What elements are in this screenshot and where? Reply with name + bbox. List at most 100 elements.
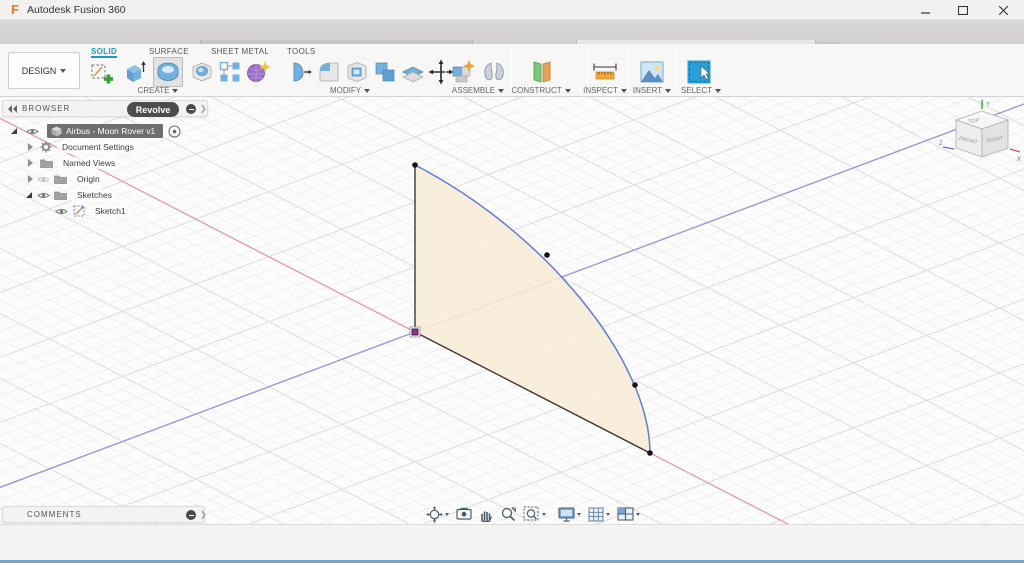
tab-tools[interactable]: TOOLS bbox=[287, 45, 315, 58]
activate-component-radio-icon[interactable] bbox=[168, 125, 181, 138]
hole-icon[interactable] bbox=[189, 59, 215, 85]
comments-panel-header[interactable]: COMMENTS ❯ bbox=[2, 506, 208, 523]
visibility-eye-off-icon[interactable] bbox=[37, 175, 50, 184]
create-group-label: CREATE bbox=[137, 86, 170, 95]
view-cube[interactable]: Y TOP FRONT RIGHT Z X bbox=[938, 99, 1024, 173]
tree-row-label: Sketch1 bbox=[90, 205, 131, 217]
select-group-dropdown[interactable]: SELECT bbox=[678, 86, 724, 96]
x-axis-label: X bbox=[1017, 157, 1021, 163]
viewports-button[interactable] bbox=[617, 507, 640, 521]
create-sketch-icon[interactable] bbox=[89, 59, 115, 85]
create-group-dropdown[interactable]: CREATE bbox=[130, 86, 186, 96]
select-icon[interactable] bbox=[686, 59, 712, 85]
collapsed-triangle-icon[interactable] bbox=[28, 159, 33, 167]
close-window-button[interactable] bbox=[986, 0, 1020, 20]
press-pull-icon[interactable] bbox=[288, 59, 314, 85]
modify-group-caret-icon bbox=[364, 89, 371, 93]
create-form-icon[interactable] bbox=[245, 59, 271, 85]
shell-icon[interactable] bbox=[344, 59, 370, 85]
pan-button[interactable] bbox=[479, 507, 493, 522]
inspect-group-label: INSPECT bbox=[583, 86, 618, 95]
sketch-canvas[interactable] bbox=[0, 97, 1024, 524]
group-separator bbox=[445, 50, 446, 90]
tree-row-label: Sketches bbox=[72, 189, 117, 201]
folder-icon bbox=[54, 191, 67, 200]
tree-row-label: Named Views bbox=[58, 157, 121, 169]
construct-group-label: CONSTRUCT bbox=[511, 86, 562, 95]
group-separator bbox=[511, 50, 512, 90]
navigation-bar bbox=[426, 504, 640, 524]
modify-group-dropdown[interactable]: MODIFY bbox=[322, 86, 378, 96]
panel-collapse-icon[interactable] bbox=[186, 104, 196, 114]
tree-row-root[interactable]: Airbus - Moon Rover v1 bbox=[2, 123, 181, 139]
ribbon-toolbar: DESIGN SOLID SURFACE SHEET METAL TOOLS C… bbox=[0, 44, 1024, 97]
expand-triangle-icon[interactable] bbox=[11, 128, 17, 134]
visibility-eye-icon[interactable] bbox=[55, 207, 68, 216]
collapse-panel-icon[interactable] bbox=[8, 104, 18, 113]
collapsed-triangle-icon[interactable] bbox=[28, 143, 33, 151]
minimize-button[interactable] bbox=[908, 0, 942, 20]
visibility-eye-icon[interactable] bbox=[37, 191, 50, 200]
group-separator bbox=[587, 50, 588, 90]
fit-button[interactable] bbox=[523, 506, 546, 522]
browser-panel-title: BROWSER bbox=[22, 104, 71, 113]
tree-row-sketch1[interactable]: Sketch1 bbox=[2, 203, 131, 219]
z-axis-tick bbox=[942, 146, 955, 150]
root-component-pill[interactable]: Airbus - Moon Rover v1 bbox=[47, 124, 164, 138]
tree-row-named-views[interactable]: Named Views bbox=[2, 155, 121, 171]
viewports-caret-icon bbox=[636, 512, 640, 516]
tree-row-sketches[interactable]: Sketches bbox=[2, 187, 117, 203]
panel-collapse-icon[interactable] bbox=[186, 510, 196, 520]
construct-plane-icon[interactable] bbox=[528, 59, 554, 85]
display-settings-button[interactable] bbox=[558, 506, 581, 522]
inspect-group-dropdown[interactable]: INSPECT bbox=[580, 86, 630, 96]
design-label: DESIGN bbox=[21, 65, 57, 76]
design-workspace-dropdown[interactable]: DESIGN bbox=[8, 52, 80, 89]
tab-sheet-metal[interactable]: SHEET METAL bbox=[211, 45, 269, 58]
group-separator bbox=[628, 50, 629, 90]
tree-row-origin[interactable]: Origin bbox=[2, 171, 105, 187]
revolve-icon[interactable] bbox=[153, 57, 183, 87]
zoom-button[interactable] bbox=[500, 506, 516, 522]
gear-icon bbox=[40, 141, 52, 153]
tree-row-document-settings[interactable]: Document Settings bbox=[2, 139, 139, 155]
assemble-group-dropdown[interactable]: ASSEMBLE bbox=[445, 86, 511, 96]
visibility-eye-icon[interactable] bbox=[26, 127, 39, 136]
measure-icon[interactable] bbox=[592, 59, 618, 85]
insert-image-icon[interactable] bbox=[639, 59, 665, 85]
insert-group-caret-icon bbox=[665, 89, 672, 93]
x-axis-tick bbox=[1009, 148, 1021, 153]
design-caret-icon bbox=[60, 68, 67, 73]
combine-icon[interactable] bbox=[372, 59, 398, 85]
display-caret-icon bbox=[577, 512, 581, 516]
collapsed-triangle-icon[interactable] bbox=[28, 175, 33, 183]
maximize-button[interactable] bbox=[946, 0, 980, 20]
grid-caret-icon bbox=[606, 512, 610, 516]
panel-resize-chevron-icon[interactable]: ❯ bbox=[200, 104, 208, 113]
extrude-icon[interactable] bbox=[122, 59, 148, 85]
pattern-icon[interactable] bbox=[217, 59, 243, 85]
fillet-icon[interactable] bbox=[316, 59, 342, 85]
z-axis-label: Z bbox=[939, 141, 943, 147]
new-component-icon[interactable] bbox=[450, 59, 476, 85]
offset-face-icon[interactable] bbox=[400, 59, 426, 85]
browser-panel-header[interactable]: BROWSER Revolve ❯ bbox=[2, 100, 208, 117]
tab-solid[interactable]: SOLID bbox=[91, 45, 117, 58]
construct-group-dropdown[interactable]: CONSTRUCT bbox=[510, 86, 572, 96]
modify-group-label: MODIFY bbox=[329, 86, 362, 95]
insert-group-dropdown[interactable]: INSERT bbox=[629, 86, 675, 96]
component-cube-icon bbox=[51, 126, 62, 136]
look-at-button[interactable] bbox=[456, 507, 472, 521]
expand-triangle-icon[interactable] bbox=[26, 192, 32, 198]
folder-icon bbox=[54, 175, 67, 184]
sketch-icon bbox=[73, 205, 85, 217]
panel-resize-chevron-icon[interactable]: ❯ bbox=[200, 510, 208, 519]
create-group-caret-icon bbox=[172, 89, 179, 93]
orbit-button[interactable] bbox=[426, 505, 449, 523]
construct-group-caret-icon bbox=[564, 89, 571, 93]
document-tab-strip: Airbus - Lander v4* Airbus - Moon Rover … bbox=[0, 20, 1024, 81]
grid-settings-button[interactable] bbox=[588, 507, 610, 522]
design-viewport[interactable]: Y TOP FRONT RIGHT Z X BROWSER Revolve ❯ bbox=[0, 97, 1024, 524]
joint-icon[interactable] bbox=[481, 59, 507, 85]
assemble-group-label: ASSEMBLE bbox=[451, 86, 496, 95]
